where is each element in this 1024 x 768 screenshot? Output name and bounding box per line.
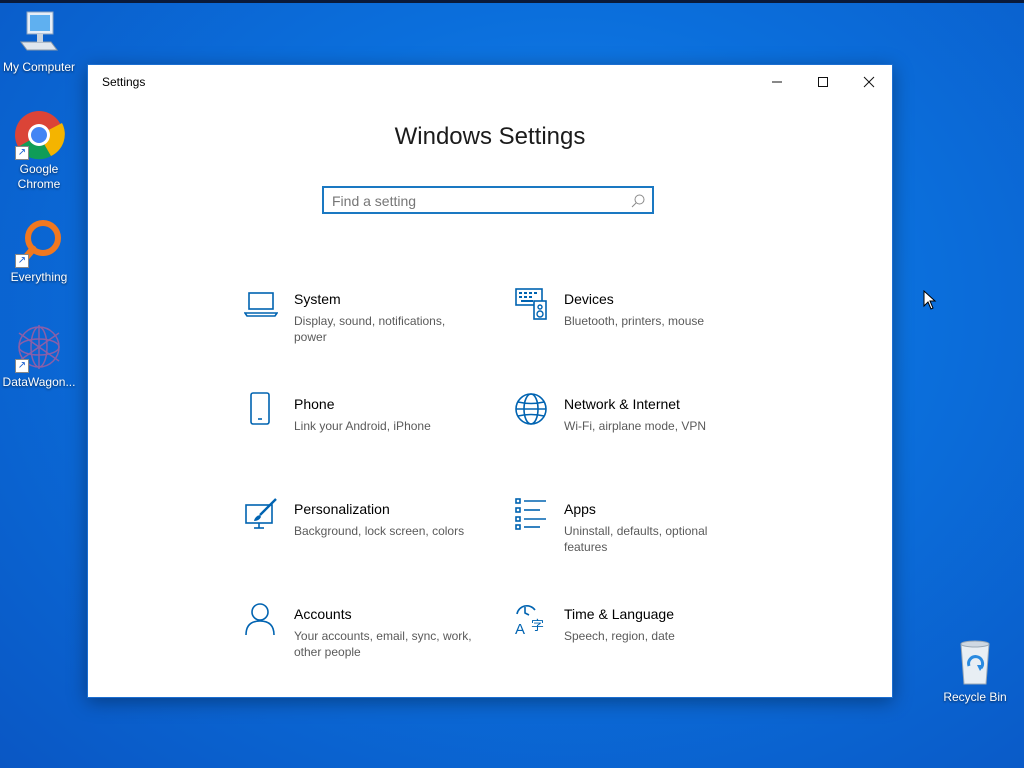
laptop-icon	[244, 292, 278, 317]
category-name: Phone	[294, 396, 335, 412]
category-apps[interactable]: Apps Uninstall, defaults, optional featu…	[514, 497, 754, 577]
category-name: Apps	[564, 501, 596, 517]
paint-brush-icon	[245, 498, 277, 529]
category-name: Devices	[564, 291, 614, 307]
category-name: Accounts	[294, 606, 352, 622]
category-description: Uninstall, defaults, optional features	[564, 524, 708, 554]
category-phone[interactable]: Phone Link your Android, iPhone	[244, 392, 484, 472]
category-name: Personalization	[294, 501, 390, 517]
category-name: Network & Internet	[564, 396, 680, 412]
time-language-icon: A 字	[515, 605, 544, 636]
desktop-icon-label: My Computer	[2, 60, 76, 74]
category-accounts[interactable]: Accounts Your accounts, email, sync, wor…	[244, 602, 484, 682]
category-time-language[interactable]: A 字 Time & Language Speech, region, date	[514, 602, 754, 682]
window-title: Settings	[102, 75, 146, 89]
title-bar[interactable]: Settings	[88, 65, 892, 99]
page-title: Windows Settings	[394, 123, 586, 150]
shortcut-arrow-icon: ↗	[15, 254, 29, 268]
computer-icon	[13, 8, 65, 58]
desktop-icon-label: DataWagon...	[2, 375, 76, 389]
category-description: Bluetooth, printers, mouse	[564, 314, 705, 328]
globe-icon	[515, 393, 547, 425]
datawagon-icon: ↗	[13, 323, 65, 373]
recycle-bin-icon	[949, 638, 1001, 688]
maximize-icon	[818, 77, 828, 87]
desktop-icon-label: Google Chrome	[17, 162, 61, 191]
category-name: System	[294, 291, 341, 307]
category-devices[interactable]: Devices Bluetooth, printers, mouse	[514, 287, 754, 367]
category-description: Your accounts, email, sync, work, other …	[294, 629, 472, 659]
category-description: Link your Android, iPhone	[294, 419, 431, 433]
svg-text:A: A	[515, 621, 525, 636]
search-icon	[631, 194, 645, 208]
minimize-icon	[772, 81, 782, 83]
desktop-icon-label: Recycle Bin	[943, 690, 1007, 704]
category-description: Background, lock screen, colors	[294, 524, 465, 538]
shortcut-arrow-icon: ↗	[15, 146, 29, 160]
category-name: Time & Language	[564, 606, 674, 622]
category-system[interactable]: System Display, sound, notifications, po…	[244, 287, 484, 367]
desktop-icon-my-computer[interactable]: My Computer	[0, 8, 78, 75]
desktop-icon-google-chrome[interactable]: ↗ Google Chrome	[0, 110, 78, 192]
settings-window: Settings Windows Settings Find a setting…	[87, 64, 893, 698]
category-network-internet[interactable]: Network & Internet Wi-Fi, airplane mode,…	[514, 392, 754, 472]
search-box[interactable]	[322, 186, 654, 214]
mouse-cursor-icon	[923, 290, 937, 310]
desktop-icon-everything[interactable]: ↗ Everything	[0, 218, 78, 285]
category-description: Display, sound, notifications, power	[294, 314, 446, 344]
svg-text:字: 字	[531, 619, 544, 634]
desktop: My Computer ↗ Google Chrome ↗ Everything	[0, 0, 1024, 768]
maximize-button[interactable]	[800, 65, 846, 99]
chrome-icon: ↗	[13, 110, 65, 160]
close-button[interactable]	[846, 65, 892, 99]
category-description: Wi-Fi, airplane mode, VPN	[564, 419, 707, 433]
everything-search-icon: ↗	[13, 218, 65, 268]
apps-list-icon	[515, 498, 546, 530]
phone-icon	[250, 392, 270, 425]
desktop-icon-label: Everything	[10, 270, 68, 284]
minimize-button[interactable]	[754, 65, 800, 99]
close-icon	[863, 76, 875, 88]
person-icon	[245, 603, 275, 636]
shortcut-arrow-icon: ↗	[15, 359, 29, 373]
search-input[interactable]	[332, 192, 622, 210]
desktop-icon-recycle-bin[interactable]: Recycle Bin	[936, 638, 1014, 705]
devices-icon	[515, 288, 547, 320]
category-description: Speech, region, date	[564, 629, 675, 643]
desktop-icon-datawagon[interactable]: ↗ DataWagon...	[0, 323, 78, 390]
category-personalization[interactable]: Personalization Background, lock screen,…	[244, 497, 484, 577]
